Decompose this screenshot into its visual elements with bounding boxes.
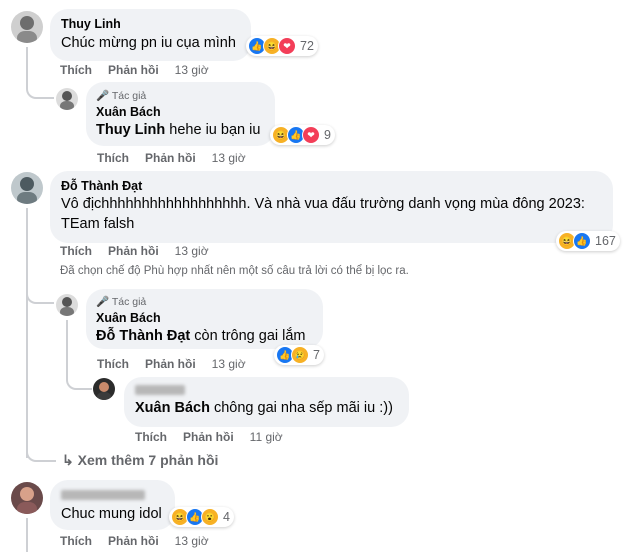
timestamp[interactable]: 13 giờ (175, 244, 209, 258)
timestamp[interactable]: 13 giờ (212, 151, 246, 165)
author-badge: 🎤 Tác giả (96, 89, 146, 102)
reaction-summary[interactable]: 👍 😢 7 (274, 345, 324, 365)
author-badge: 🎤 Tác giả (96, 295, 146, 308)
reply-actions: Thích Phản hồi 13 giờ (97, 357, 246, 371)
comment-bubble: Đỗ Thành Đạt Vô địchhhhhhhhhhhhhhhhhh. V… (50, 171, 613, 243)
filter-notice: Đã chọn chế độ Phù hợp nhất nên một số c… (60, 265, 409, 277)
thread-connector (26, 446, 56, 462)
avatar-xuan-bach[interactable] (56, 88, 78, 110)
reply-text: Xuân Bách chông gai nha sếp mãi iu :)) (135, 398, 393, 419)
reply-button[interactable]: Phản hồi (145, 151, 196, 165)
comment-actions: Thích Phản hồi 13 giờ (60, 244, 209, 258)
author-badge-label: Tác giả (111, 90, 147, 102)
reply-bubble: 🎤 Tác giả Xuân Bách Thuy Linh hehe iu bạ… (86, 82, 275, 146)
reply-body: chông gai nha sếp mãi iu :)) (209, 400, 393, 416)
avatar-do-thanh-dat[interactable] (11, 172, 43, 204)
reply-body: còn trông gai lắm (190, 328, 306, 344)
reply-text: Đỗ Thành Đạt còn trông gai lắm (96, 326, 306, 347)
like-button[interactable]: Thích (60, 244, 92, 258)
comment-author[interactable]: Thuy Linh (61, 17, 121, 31)
mention-link[interactable]: Thuy Linh (96, 122, 165, 138)
reaction-summary[interactable]: 👍 😆 ❤ 72 (246, 36, 318, 56)
avatar-image (17, 16, 37, 43)
avatar-anonymous[interactable] (93, 378, 115, 400)
comment-actions: Thích Phản hồi 13 giờ (60, 63, 209, 77)
avatar-xuan-bach[interactable] (56, 294, 78, 316)
author-badge-label: Tác giả (111, 296, 147, 308)
reaction-count: 72 (300, 39, 314, 53)
comment-text-line-2: TEam falsh (61, 216, 135, 232)
thread-connector (26, 47, 54, 99)
avatar-image (60, 91, 74, 110)
microphone-icon: 🎤 (96, 296, 110, 308)
reply-button[interactable]: Phản hồi (183, 430, 234, 444)
comment-text: Chúc mừng pn iu cụa mình (61, 35, 236, 51)
avatar-image (17, 487, 37, 514)
reaction-count: 167 (595, 234, 616, 248)
comment-text-line-1: Vô địchhhhhhhhhhhhhhhhhh. Và nhà vua đấu… (61, 196, 585, 212)
reply-actions: Thích Phản hồi 11 giờ (135, 430, 283, 444)
mention-link[interactable]: Đỗ Thành Đạt (96, 328, 190, 344)
thread-line (26, 518, 28, 552)
reaction-summary[interactable]: 😆 👍 ❤ 9 (270, 125, 335, 145)
like-button[interactable]: Thích (60, 534, 92, 548)
redacted-author-name (135, 385, 185, 395)
reply-button[interactable]: Phản hồi (108, 534, 159, 548)
reply-actions: Thích Phản hồi 13 giờ (97, 151, 246, 165)
view-more-replies[interactable]: ↳ Xem thêm 7 phản hồi (62, 452, 218, 469)
avatar-image (17, 177, 37, 204)
reaction-summary[interactable]: 😆 👍 😮 4 (169, 507, 234, 527)
comment-actions: Thích Phản hồi 13 giờ (60, 534, 209, 548)
avatar-anonymous[interactable] (11, 482, 43, 514)
avatar-image (60, 297, 74, 316)
reply-author[interactable]: Xuân Bách (96, 105, 161, 119)
view-more-replies-label: Xem thêm 7 phản hồi (77, 452, 219, 468)
reply-bubble: Xuân Bách chông gai nha sếp mãi iu :)) (124, 377, 409, 427)
reply-button[interactable]: Phản hồi (108, 244, 159, 258)
wow-icon: 😮 (201, 508, 219, 526)
reply-body: hehe iu bạn iu (165, 122, 261, 138)
reaction-count: 9 (324, 128, 331, 142)
reply-text: Thuy Linh hehe iu bạn iu (96, 120, 260, 141)
love-icon: ❤ (302, 126, 320, 144)
reply-bubble: 🎤 Tác giả Xuân Bách Đỗ Thành Đạt còn trô… (86, 289, 323, 349)
reply-button[interactable]: Phản hồi (108, 63, 159, 77)
love-icon: ❤ (278, 37, 296, 55)
avatar-image (97, 382, 111, 400)
microphone-icon: 🎤 (96, 90, 110, 102)
thread-connector (66, 372, 92, 390)
thread-connector (26, 286, 54, 304)
timestamp[interactable]: 11 giờ (250, 430, 283, 444)
like-button[interactable]: Thích (97, 357, 129, 371)
reply-button[interactable]: Phản hồi (145, 357, 196, 371)
reaction-summary[interactable]: 😆 👍 167 (556, 231, 620, 251)
mention-link[interactable]: Xuân Bách (135, 400, 210, 416)
comment-text: Chuc mung idol (61, 506, 162, 522)
thread-line (26, 208, 28, 458)
avatar-thuy-linh[interactable] (11, 11, 43, 43)
timestamp[interactable]: 13 giờ (175, 534, 209, 548)
comment-bubble: Thuy Linh Chúc mừng pn iu cụa mình (50, 9, 251, 61)
thread-line (66, 320, 68, 372)
like-button[interactable]: Thích (60, 63, 92, 77)
reply-arrow-icon: ↳ (62, 452, 74, 468)
like-button[interactable]: Thích (135, 430, 167, 444)
like-button[interactable]: Thích (97, 151, 129, 165)
sad-icon: 😢 (291, 346, 309, 364)
reaction-count: 4 (223, 510, 230, 524)
comment-bubble: Chuc mung idol (50, 480, 175, 530)
redacted-author-name (61, 490, 145, 500)
reaction-count: 7 (313, 348, 320, 362)
reply-author[interactable]: Xuân Bách (96, 311, 161, 325)
comment-author[interactable]: Đỗ Thành Đạt (61, 179, 142, 193)
timestamp[interactable]: 13 giờ (212, 357, 246, 371)
timestamp[interactable]: 13 giờ (175, 63, 209, 77)
like-icon: 👍 (573, 232, 591, 250)
